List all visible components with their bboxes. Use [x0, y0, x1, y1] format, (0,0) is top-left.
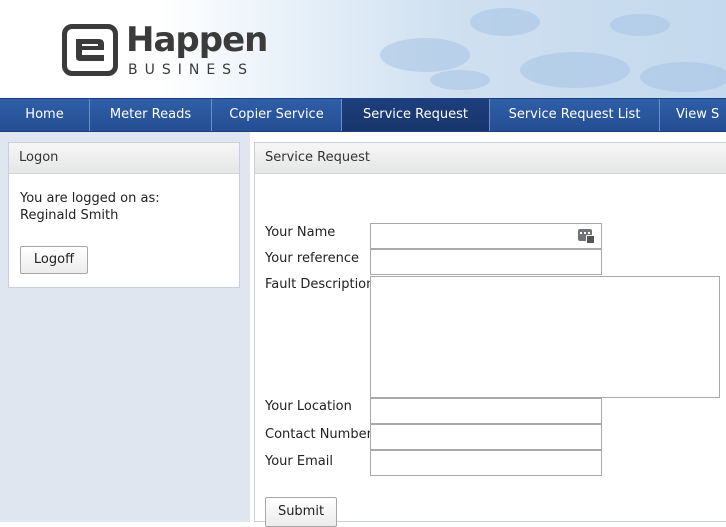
your-name-input[interactable] [370, 223, 602, 249]
logon-panel: Logon You are logged on as: Reginald Smi… [8, 142, 240, 288]
logoff-button[interactable]: Logoff [20, 246, 88, 274]
logo-wordmark: Happen [126, 20, 268, 60]
fault-description-textarea[interactable] [370, 276, 720, 398]
your-location-label: Your Location [265, 399, 352, 414]
fault-description-label: Fault Description [265, 277, 375, 292]
happen-business-logo[interactable]: Happen BUSINESS [62, 20, 272, 84]
nav-item-view[interactable]: View S [660, 99, 726, 131]
your-email-label: Your Email [265, 454, 333, 469]
nav-item-meter-reads[interactable]: Meter Reads [90, 99, 212, 131]
contact-number-input[interactable] [370, 424, 602, 450]
your-name-label: Your Name [265, 225, 336, 240]
main-nav: Home Meter Reads Copier Service Service … [0, 98, 726, 132]
autofill-card-icon[interactable] [578, 229, 595, 244]
logged-in-user: Reginald Smith [20, 208, 119, 223]
nav-item-service-request-list[interactable]: Service Request List [490, 99, 660, 131]
logon-status-line: You are logged on as: [20, 191, 160, 206]
contact-number-label: Contact Number [265, 427, 372, 442]
your-email-input[interactable] [370, 450, 602, 476]
logon-status: You are logged on as: Reginald Smith [20, 190, 160, 224]
your-location-input[interactable] [370, 398, 602, 424]
service-request-title: Service Request [255, 143, 726, 174]
nav-item-home[interactable]: Home [0, 99, 90, 131]
your-reference-input[interactable] [370, 249, 602, 275]
logo-subtitle: BUSINESS [128, 62, 254, 78]
nav-item-service-request[interactable]: Service Request [342, 99, 490, 131]
nav-item-copier-service[interactable]: Copier Service [212, 99, 342, 131]
logo-mark-icon [62, 24, 118, 76]
submit-button[interactable]: Submit [265, 497, 337, 527]
logon-panel-title: Logon [9, 143, 239, 174]
header-banner: Happen BUSINESS [0, 0, 726, 98]
service-request-panel: Service Request Your Name Your reference… [254, 142, 726, 527]
your-reference-label: Your reference [265, 251, 359, 266]
